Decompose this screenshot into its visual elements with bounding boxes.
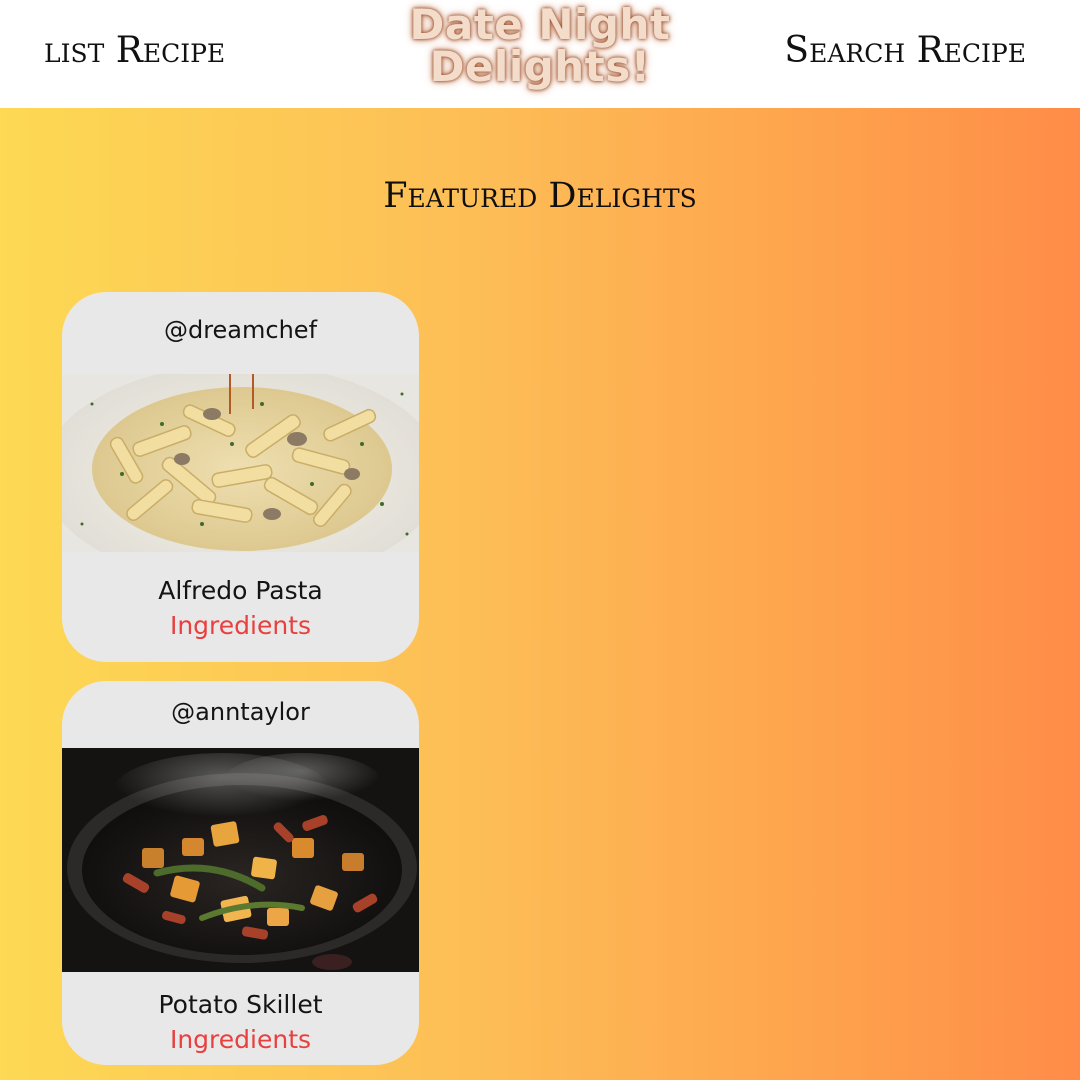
ingredients-link[interactable]: Ingredients — [62, 611, 419, 640]
section-title: Featured Delights — [383, 176, 697, 216]
logo-line-1: Date Night — [409, 0, 671, 49]
recipe-card[interactable]: @dreamchef Alfredo Pasta Ingredients — [62, 292, 419, 662]
penne-alfredo-photo — [62, 374, 419, 552]
potato-skillet-photo — [62, 748, 419, 972]
recipe-author[interactable]: @dreamchef — [62, 316, 419, 344]
recipe-author[interactable]: @anntaylor — [62, 698, 419, 726]
top-bar: list Recipe Date Night Delights! Search … — [0, 0, 1080, 108]
recipe-name: Potato Skillet — [158, 990, 323, 1019]
list-recipe-link[interactable]: list Recipe — [44, 30, 225, 71]
featured-section: Featured Delights @dreamchef Alfredo Pas… — [0, 108, 1080, 1080]
recipe-card[interactable]: @anntaylor Potato Skillet Ingredients — [62, 681, 419, 1065]
site-logo[interactable]: Date Night Delights! — [400, 4, 680, 88]
logo-line-2: Delights! — [429, 42, 651, 91]
ingredients-link[interactable]: Ingredients — [62, 1025, 419, 1054]
search-recipe-link[interactable]: Search Recipe — [784, 30, 1026, 71]
recipe-name: Alfredo Pasta — [158, 576, 323, 605]
